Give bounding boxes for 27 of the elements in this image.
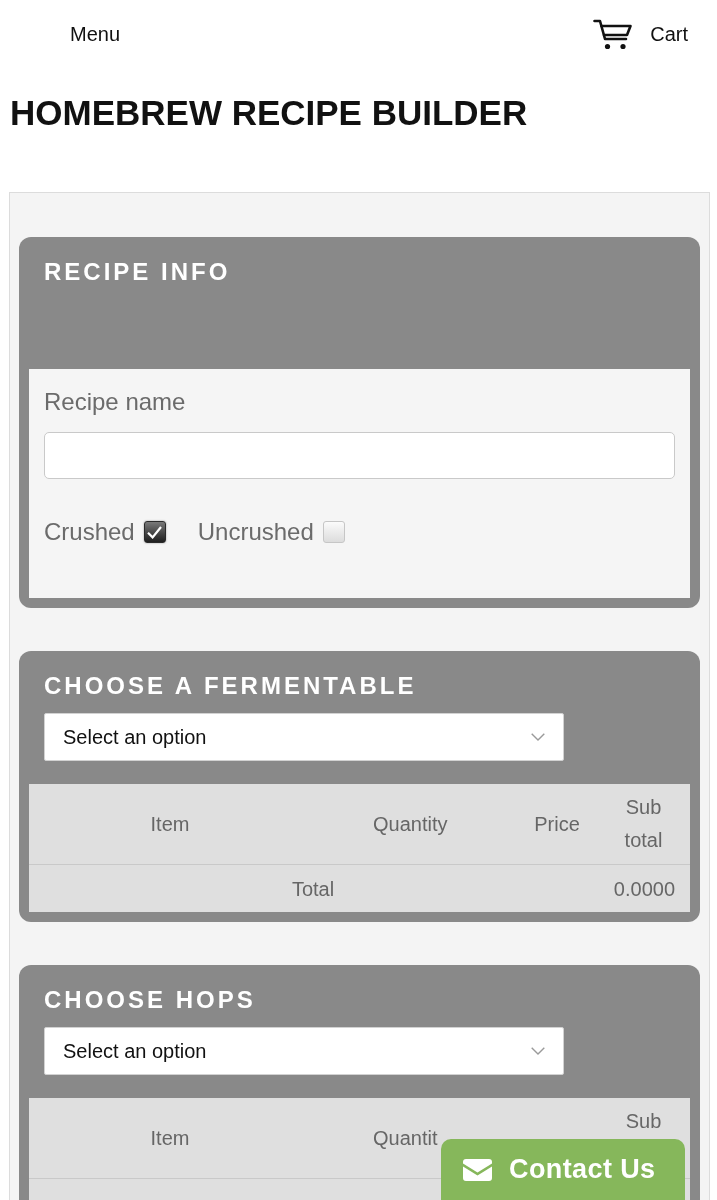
chevron-down-icon — [531, 1047, 545, 1055]
checkbox[interactable] — [143, 521, 166, 543]
option-dropdown[interactable]: Select an option — [44, 713, 564, 761]
column-header: Item — [150, 812, 190, 836]
chevron-down-icon — [531, 733, 545, 741]
option-label: Crushed — [44, 518, 135, 546]
recipe-name-input[interactable] — [44, 432, 675, 479]
column-header: Quantit — [373, 1126, 438, 1150]
check-icon — [147, 525, 163, 539]
option-dropdown[interactable]: Select an option — [44, 1027, 564, 1075]
section-heading: CHOOSE HOPS — [44, 986, 256, 1014]
total-value: 0.0000 — [613, 876, 675, 901]
column-header: Quantity — [373, 812, 448, 836]
page-title: HOMEBREW RECIPE BUILDER — [10, 92, 528, 134]
column-header: Sub total — [623, 795, 664, 853]
cart-icon — [593, 18, 634, 50]
option-label: Uncrushed — [197, 518, 314, 546]
total-label: Total — [291, 876, 335, 901]
section-heading: RECIPE INFO — [44, 258, 231, 286]
column-header: Item — [150, 1126, 190, 1150]
column-header: Price — [534, 812, 580, 836]
envelope-icon — [463, 1158, 492, 1181]
column-header: Sub — [624, 1109, 663, 1134]
menu-link[interactable]: Menu — [70, 22, 121, 46]
cart-link[interactable]: Cart — [593, 18, 688, 50]
section-heading: CHOOSE A FERMENTABLE — [44, 672, 417, 700]
field-label: Recipe name — [44, 388, 186, 416]
